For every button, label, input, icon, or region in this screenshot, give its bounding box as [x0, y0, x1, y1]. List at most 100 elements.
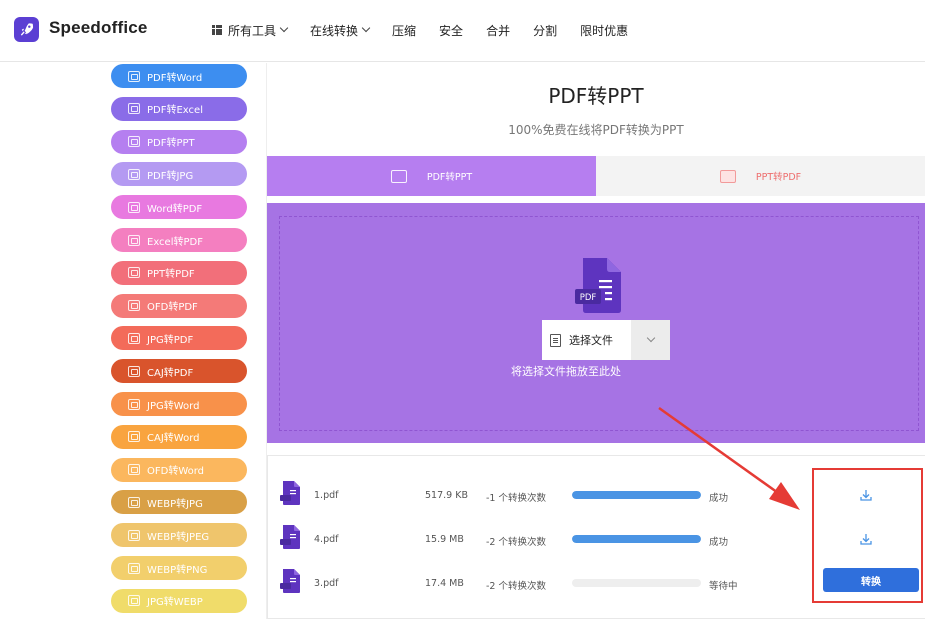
tool-icon	[128, 234, 140, 246]
nav-item-label: 压缩	[392, 23, 417, 38]
progress-fill	[572, 491, 701, 499]
nav-item-label: 安全	[439, 23, 464, 38]
chevron-down-icon	[646, 333, 655, 343]
sidebar-item-label: Word转PDF	[147, 203, 203, 215]
nav-item-2[interactable]: 压缩	[392, 21, 416, 39]
sidebar-item-label: PDF转Word	[147, 72, 203, 84]
select-file-control: 选择文件	[542, 320, 670, 360]
download-icon[interactable]	[859, 488, 873, 502]
progress-fill	[572, 535, 701, 543]
sidebar-item-12[interactable]: OFD转Word	[111, 457, 247, 482]
nav-item-4[interactable]: 合并	[486, 21, 510, 39]
nav-item-6[interactable]: 限时优惠	[580, 21, 628, 39]
sidebar-item-6[interactable]: PPT转PDF	[111, 260, 247, 285]
nav-item-label: 分割	[533, 23, 558, 38]
sidebar-item-1[interactable]: PDF转Excel	[111, 96, 247, 121]
nav-item-label: 所有工具	[228, 23, 277, 38]
tab-label: PPT转PDF	[755, 172, 802, 183]
tool-icon	[128, 529, 140, 541]
nav-item-1[interactable]: 在线转换	[310, 21, 371, 39]
pdf-icon-text: PDF	[580, 293, 597, 303]
tab-label: PDF转PPT	[426, 172, 473, 183]
brand-name[interactable]: Speedoffice	[49, 18, 148, 38]
sidebar-item-8[interactable]: JPG转PDF	[111, 326, 247, 351]
file-row: 3.pdf 17.4 MB -2 个转换次数 等待中 转换	[268, 568, 925, 598]
pdf-file-icon: PDF	[575, 258, 621, 313]
sidebar-item-10[interactable]: JPG转Word	[111, 392, 247, 416]
sidebar-item-4[interactable]: Word转PDF	[111, 195, 247, 220]
file-size: 15.9 MB	[425, 534, 464, 545]
file-size: 17.4 MB	[425, 578, 464, 589]
tool-icon	[128, 267, 140, 279]
progress-bar	[572, 579, 701, 587]
tool-icon	[128, 300, 140, 312]
sidebar-item-label: PPT转PDF	[147, 269, 195, 281]
tool-icon	[128, 496, 140, 508]
nav-item-0[interactable]: 所有工具	[212, 21, 289, 39]
file-name: 1.pdf	[314, 490, 339, 501]
sidebar-item-5[interactable]: Excel转PDF	[111, 228, 247, 252]
sidebar-item-9[interactable]: CAJ转PDF	[111, 359, 247, 384]
nav-item-5[interactable]: 分割	[533, 21, 557, 39]
sidebar-item-3[interactable]: PDF转JPG	[111, 162, 247, 187]
select-source-dropdown[interactable]	[631, 320, 670, 360]
sidebar-item-11[interactable]: CAJ转Word	[111, 424, 247, 449]
sidebar-item-16[interactable]: JPG转WEBP	[111, 588, 247, 613]
drop-hint: 将选择文件拖放至此处	[511, 365, 621, 378]
sidebar-item-7[interactable]: OFD转PDF	[111, 293, 247, 318]
file-name: 4.pdf	[314, 534, 339, 545]
sidebar-item-label: Excel转PDF	[147, 236, 203, 248]
main-nav: 所有工具 在线转换 压缩 安全 合并 分割 限时优惠	[212, 21, 651, 39]
chevron-down-icon	[361, 23, 371, 33]
ppt-pdf-icon	[719, 169, 736, 183]
tool-icon	[128, 201, 140, 213]
status-text: 等待中	[709, 581, 738, 592]
grid-icon	[212, 25, 222, 35]
tab-pdf-to-ppt[interactable]: PDF转PPT	[267, 156, 596, 196]
tool-icon	[128, 103, 140, 115]
pdf-file-icon	[280, 481, 300, 505]
nav-item-label: 合并	[486, 23, 511, 38]
tool-icon	[128, 332, 140, 344]
pdf-ppt-icon	[390, 169, 407, 183]
rocket-logo-icon[interactable]	[14, 17, 39, 42]
file-name: 3.pdf	[314, 578, 339, 589]
tool-icon	[128, 595, 140, 607]
nav-item-label: 限时优惠	[580, 23, 629, 38]
conversion-count: -1 个转换次数	[486, 493, 546, 504]
sidebar-item-label: OFD转PDF	[147, 302, 198, 314]
page-title: PDF转PPT	[548, 84, 644, 108]
status-text: 成功	[709, 537, 729, 548]
sidebar-item-label: WEBP转JPEG	[147, 531, 210, 543]
sidebar-item-0[interactable]: PDF转Word	[111, 64, 247, 88]
conversion-count: -2 个转换次数	[486, 581, 546, 592]
sidebar-item-label: JPG转PDF	[147, 334, 194, 346]
file-size: 517.9 KB	[425, 490, 468, 501]
sidebar-item-14[interactable]: WEBP转JPEG	[111, 523, 247, 548]
conversion-tabs: PDF转PPT PPT转PDF	[267, 156, 925, 196]
sidebar-item-label: OFD转Word	[147, 466, 205, 478]
status-text: 成功	[709, 493, 729, 504]
sidebar-item-label: PDF转PPT	[147, 138, 195, 150]
tool-icon	[128, 398, 140, 410]
pdf-file-icon	[280, 525, 300, 549]
sidebar-item-label: CAJ转Word	[147, 433, 200, 445]
sidebar-item-label: PDF转JPG	[147, 170, 194, 182]
select-file-label: 选择文件	[569, 334, 613, 347]
tool-icon	[128, 168, 140, 180]
download-icon[interactable]	[859, 532, 873, 546]
tool-sidebar: PDF转Word PDF转Excel PDF转PPT PDF转JPG Word转PDF E…	[0, 63, 252, 619]
nav-item-3[interactable]: 安全	[439, 21, 463, 39]
sidebar-item-2[interactable]: PDF转PPT	[111, 129, 247, 154]
convert-button[interactable]: 转换	[823, 568, 919, 592]
tool-icon	[128, 464, 140, 476]
tab-ppt-to-pdf[interactable]: PPT转PDF	[596, 156, 925, 196]
tool-icon	[128, 562, 140, 574]
select-file-button[interactable]: 选择文件	[542, 320, 631, 360]
tool-icon	[128, 431, 140, 443]
pdf-file-icon	[280, 569, 300, 593]
sidebar-item-label: CAJ转PDF	[147, 367, 194, 379]
sidebar-item-15[interactable]: WEBP转PNG	[111, 556, 247, 580]
sidebar-item-13[interactable]: WEBP转JPG	[111, 490, 247, 515]
sidebar-item-label: WEBP转PNG	[147, 564, 208, 576]
